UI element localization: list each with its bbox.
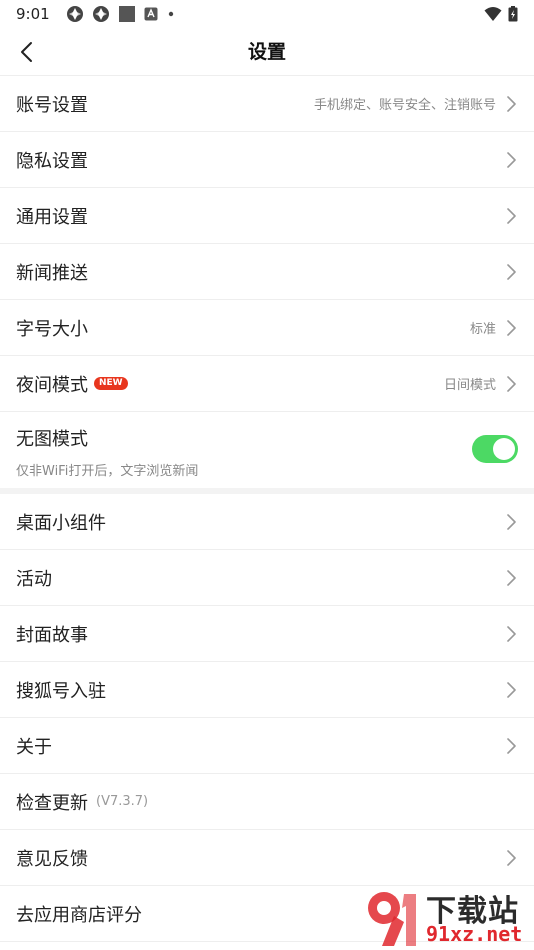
chevron-right-icon xyxy=(507,625,516,642)
status-right-icons xyxy=(484,6,518,22)
chevron-right-icon xyxy=(507,95,516,112)
sohu-account-join-row[interactable]: 搜狐号入驻 xyxy=(0,662,534,718)
row-right xyxy=(504,569,518,587)
chevron-right-icon xyxy=(507,737,516,754)
general-settings-row[interactable]: 通用设置 xyxy=(0,188,534,244)
chevron-right-icon xyxy=(507,263,516,280)
chevron-right-icon xyxy=(507,569,516,586)
cover-story-row[interactable]: 封面故事 xyxy=(0,606,534,662)
account-settings-row[interactable]: 账号设置 手机绑定、账号安全、注销账号 xyxy=(0,76,534,132)
news-push-row[interactable]: 新闻推送 xyxy=(0,244,534,300)
version-label: (V7.3.7) xyxy=(96,794,149,809)
chevron-right-icon xyxy=(507,319,516,336)
row-right xyxy=(504,207,518,225)
privacy-settings-row[interactable]: 隐私设置 xyxy=(0,132,534,188)
settings-list: 账号设置 手机绑定、账号安全、注销账号 隐私设置 通用设置 新闻推送 字号大小 … xyxy=(0,76,534,942)
wifi-icon xyxy=(484,7,502,21)
no-image-mode-row: 无图模式 仅非WiFi打开后，文字浏览新闻 xyxy=(0,412,534,488)
check-update-row[interactable]: 检查更新 (V7.3.7) xyxy=(0,774,534,830)
row-right: 手机绑定、账号安全、注销账号 xyxy=(314,94,518,113)
notification-icon xyxy=(144,7,158,21)
row-right xyxy=(504,681,518,699)
toggle-knob xyxy=(493,438,515,460)
about-row[interactable]: 关于 xyxy=(0,718,534,774)
square-icon xyxy=(118,6,135,22)
page-title: 设置 xyxy=(247,41,286,63)
app-icon xyxy=(66,6,83,22)
row-label: 桌面小组件 xyxy=(16,512,106,534)
row-label: 检查更新 xyxy=(16,792,88,814)
row-label: 去应用商店评分 xyxy=(16,904,142,926)
chevron-right-icon xyxy=(507,849,516,866)
row-right xyxy=(504,151,518,169)
row-label: 活动 xyxy=(16,568,52,590)
chevron-right-icon xyxy=(507,207,516,224)
row-label: 搜狐号入驻 xyxy=(16,680,106,702)
chevron-right-icon xyxy=(507,681,516,698)
status-bar: 9:01 xyxy=(0,0,534,28)
row-right: 标准 xyxy=(470,318,518,337)
dot-icon xyxy=(168,11,173,17)
battery-icon xyxy=(508,6,518,22)
chevron-right-icon xyxy=(507,151,516,168)
row-label: 账号设置 xyxy=(16,94,88,116)
row-hint: 日间模式 xyxy=(443,378,496,393)
watermark-domain: 91xz.net xyxy=(426,922,523,946)
row-hint: 标准 xyxy=(469,322,496,337)
row-label: 隐私设置 xyxy=(16,150,88,172)
feedback-row[interactable]: 意见反馈 xyxy=(0,830,534,886)
no-image-mode-toggle[interactable] xyxy=(472,435,518,463)
row-label: 无图模式 xyxy=(16,429,88,450)
night-mode-row[interactable]: 夜间模式 NEW 日间模式 xyxy=(0,356,534,412)
row-label: 通用设置 xyxy=(16,206,88,228)
row-label: 新闻推送 xyxy=(16,262,88,284)
status-time: 9:01 xyxy=(16,5,50,23)
row-label: 封面故事 xyxy=(16,624,88,646)
font-size-row[interactable]: 字号大小 标准 xyxy=(0,300,534,356)
watermark-logo: 下载站 91xz.net xyxy=(360,886,530,948)
row-right xyxy=(504,263,518,281)
row-label: 字号大小 xyxy=(16,318,88,340)
watermark-emblem-icon xyxy=(368,892,416,946)
activity-row[interactable]: 活动 xyxy=(0,550,534,606)
row-label: 关于 xyxy=(16,736,52,758)
chevron-right-icon xyxy=(507,375,516,392)
row-description: 仅非WiFi打开后，文字浏览新闻 xyxy=(16,464,199,479)
row-right xyxy=(504,737,518,755)
row-right: 日间模式 xyxy=(444,374,518,393)
new-badge: NEW xyxy=(94,377,128,390)
row-label: 意见反馈 xyxy=(16,848,88,870)
row-label: 夜间模式 xyxy=(16,374,88,396)
app-icon xyxy=(92,6,109,22)
row-hint: 手机绑定、账号安全、注销账号 xyxy=(313,98,496,113)
desktop-widget-row[interactable]: 桌面小组件 xyxy=(0,494,534,550)
row-right xyxy=(504,849,518,867)
row-right xyxy=(504,625,518,643)
nav-bar: 设置 xyxy=(0,28,534,76)
row-right xyxy=(504,513,518,531)
chevron-right-icon xyxy=(507,513,516,530)
status-left-icons xyxy=(66,5,176,23)
